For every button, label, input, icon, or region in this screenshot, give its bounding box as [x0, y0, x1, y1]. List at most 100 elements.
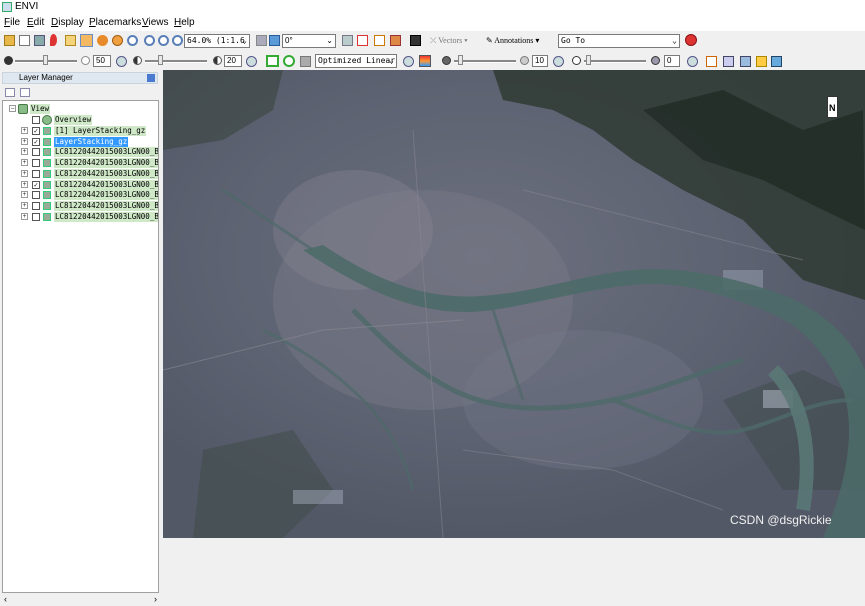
- rotate-icon[interactable]: [112, 35, 123, 46]
- tree-layer-node[interactable]: + LC81220442015003LGN00_B6.TIF: [3, 158, 158, 169]
- crosshair-icon[interactable]: [390, 35, 401, 46]
- transparency-value[interactable]: 0: [664, 55, 680, 67]
- tree-overview-node[interactable]: Overview: [3, 115, 158, 125]
- roi-circle-icon[interactable]: [283, 55, 295, 67]
- open-folder-icon[interactable]: [4, 35, 15, 46]
- tree-layer-node[interactable]: + LC81220442015003LGN00_B5.TIF: [3, 168, 158, 179]
- reset-transparency-icon[interactable]: [687, 56, 698, 67]
- reset-contrast-icon[interactable]: [246, 56, 257, 67]
- panel-pin-icon[interactable]: [147, 74, 155, 82]
- tree-view-node[interactable]: − View: [3, 104, 158, 114]
- satellite-image: [163, 70, 865, 538]
- histogram-icon[interactable]: [357, 35, 368, 46]
- scroll-right-icon[interactable]: ›: [154, 594, 157, 604]
- stretch-combo[interactable]: Optimized Linear ⌄: [315, 54, 397, 68]
- reset-brightness-icon[interactable]: [116, 56, 127, 67]
- tree-layer-node[interactable]: + ✓ LC81220442015003LGN00_B4.TIF: [3, 179, 158, 190]
- chart-icon[interactable]: [374, 35, 385, 46]
- brightness-slider-thumb[interactable]: [43, 55, 48, 65]
- zoom-combo[interactable]: 64.0% (1:1.6 ⌄: [184, 34, 250, 48]
- brightness-value[interactable]: 50: [93, 55, 111, 67]
- display-toolbar: 50 20 Optimized Linear ⌄ 10 0: [0, 52, 865, 70]
- tree-layer-node[interactable]: + ✓ LayerStacking_gz: [3, 136, 158, 147]
- roi-rectangle-icon[interactable]: [266, 55, 279, 67]
- zoom-icon[interactable]: [127, 35, 138, 46]
- expand-toggle-icon[interactable]: +: [21, 148, 28, 156]
- tree-layer-node[interactable]: + LC81220442015003LGN00_B2.TIF: [3, 200, 158, 211]
- collapse-all-icon[interactable]: [5, 88, 15, 97]
- layer-checkbox[interactable]: [32, 201, 40, 210]
- placemark-pin-icon[interactable]: [50, 34, 57, 46]
- layer-checkbox[interactable]: ✓: [32, 137, 40, 146]
- tree-layer-node[interactable]: + LC81220442015003LGN00_B1.TIF: [3, 211, 158, 222]
- expand-toggle-icon[interactable]: +: [21, 201, 28, 209]
- layer-checkbox[interactable]: [32, 159, 40, 168]
- flicker-icon[interactable]: [740, 56, 751, 67]
- expand-toggle-icon[interactable]: +: [21, 169, 28, 177]
- tree-layer-node[interactable]: + LC81220442015003LGN00_B3.TIF: [3, 190, 158, 201]
- expand-toggle-icon[interactable]: +: [21, 191, 28, 199]
- layer-checkbox[interactable]: [32, 148, 40, 157]
- sharpen-slider-thumb[interactable]: [458, 55, 463, 65]
- sharpen-slider-track[interactable]: [454, 60, 516, 63]
- cursor-value-icon[interactable]: [410, 35, 421, 46]
- brightness-dark-icon: [4, 56, 13, 65]
- transparency-slider-thumb[interactable]: [586, 55, 591, 65]
- tree-layer-node[interactable]: + LC81220442015003LGN00_B7.TIF: [3, 147, 158, 158]
- clipboard-icon[interactable]: [19, 35, 30, 46]
- rotation-combo[interactable]: 0° ⌄: [282, 34, 336, 48]
- select-arrow-icon[interactable]: [65, 35, 76, 46]
- contrast-value[interactable]: 20: [224, 55, 242, 67]
- pan-hand-icon[interactable]: [80, 34, 93, 47]
- data-manager-icon[interactable]: [34, 35, 45, 46]
- rotate-right-icon[interactable]: [269, 35, 280, 46]
- zoom-out-icon[interactable]: [158, 35, 169, 46]
- refresh-stretch-icon[interactable]: [403, 56, 414, 67]
- swipe-icon[interactable]: [723, 56, 734, 67]
- goto-combo[interactable]: Go To ⌄: [558, 34, 680, 48]
- stretch-icon[interactable]: [300, 56, 311, 67]
- overview-checkbox[interactable]: [32, 116, 40, 124]
- expand-toggle-icon[interactable]: +: [21, 159, 28, 167]
- transparency-slider-track[interactable]: [584, 60, 646, 63]
- layer-checkbox[interactable]: ✓: [32, 180, 40, 189]
- color-table-icon[interactable]: [419, 55, 431, 67]
- fly-icon[interactable]: [97, 35, 108, 46]
- goto-icon[interactable]: [685, 34, 697, 46]
- raster-layer-icon: [43, 137, 51, 146]
- menu-display[interactable]: Display: [51, 17, 84, 28]
- annotations-menu[interactable]: ✎ Annotations ▾: [486, 36, 539, 45]
- expand-toggle-icon[interactable]: +: [21, 180, 28, 188]
- layer-label: LC81220442015003LGN00_B2.TIF: [54, 200, 158, 211]
- contrast-slider-track[interactable]: [145, 60, 207, 63]
- image-view[interactable]: N CSDN @dsgRickie: [163, 70, 865, 538]
- vectors-menu[interactable]: ⤫ Vectors ▾: [430, 36, 468, 46]
- expand-toggle-icon[interactable]: +: [21, 212, 28, 220]
- blend-icon[interactable]: [756, 56, 767, 67]
- menu-help[interactable]: Help: [174, 17, 195, 28]
- expand-toggle-icon[interactable]: +: [21, 137, 28, 145]
- expand-all-icon[interactable]: [20, 88, 30, 97]
- zoom-in-icon[interactable]: [144, 35, 155, 46]
- menu-edit[interactable]: Edit: [27, 17, 44, 28]
- north-up-icon[interactable]: [342, 35, 353, 46]
- layer-checkbox[interactable]: [32, 169, 40, 178]
- reset-sharpen-icon[interactable]: [553, 56, 564, 67]
- layer-checkbox[interactable]: [32, 212, 40, 221]
- tree-layer-node[interactable]: + ✓ [1] LayerStacking_gz: [3, 126, 158, 136]
- menu-file[interactable]: File: [4, 17, 20, 28]
- contrast-slider-thumb[interactable]: [158, 55, 163, 65]
- portal-icon[interactable]: [771, 56, 782, 67]
- layer-checkbox[interactable]: ✓: [32, 127, 40, 135]
- layer-checkbox[interactable]: [32, 191, 40, 200]
- profile-icon[interactable]: [706, 56, 717, 67]
- scroll-left-icon[interactable]: ‹: [4, 594, 7, 604]
- expand-toggle-icon[interactable]: +: [21, 127, 28, 134]
- sharpen-low-icon: [442, 56, 451, 65]
- layer-tree-hscrollbar[interactable]: ‹ ›: [2, 594, 159, 606]
- menu-placemarks[interactable]: Placemarks: [89, 17, 141, 28]
- rotate-left-icon[interactable]: [256, 35, 267, 46]
- zoom-full-icon[interactable]: [172, 35, 183, 46]
- sharpen-value[interactable]: 10: [532, 55, 548, 67]
- menu-views[interactable]: Views: [142, 17, 169, 28]
